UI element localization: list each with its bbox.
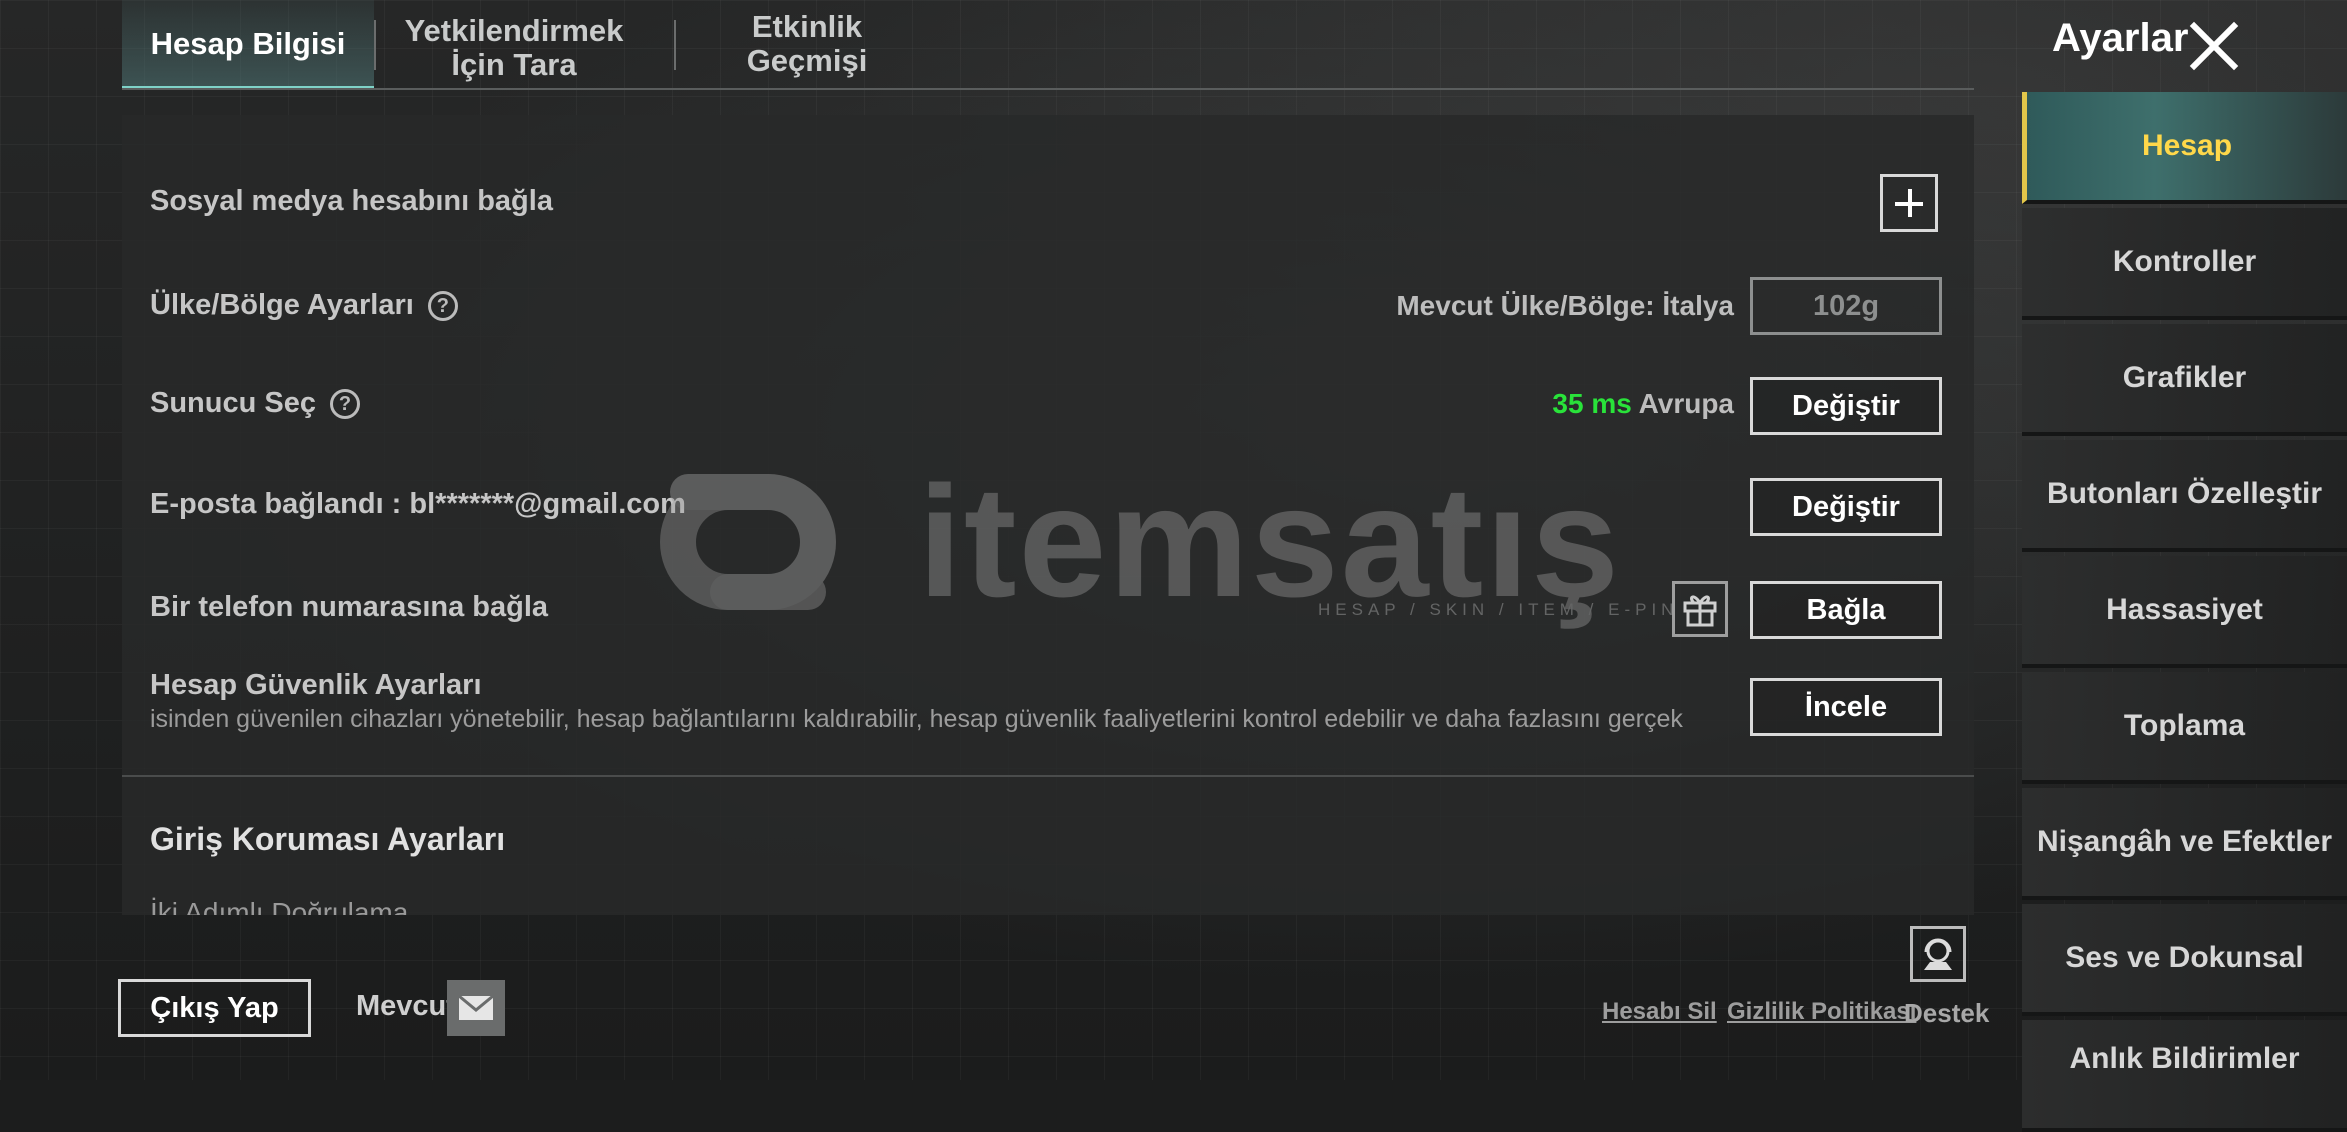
current-label: Mevcut (356, 990, 456, 1022)
review-security-button[interactable]: İncele (1750, 678, 1942, 736)
social-link-label: Sosyal medya hesabını bağla (150, 185, 553, 217)
gift-icon[interactable] (1672, 581, 1728, 637)
sidebar-item-graphics[interactable]: Grafikler (2022, 324, 2347, 436)
phone-link-label: Bir telefon numarasına bağla (150, 591, 549, 623)
change-email-button[interactable]: Değiştir (1750, 478, 1942, 536)
privacy-policy-link[interactable]: Gizlilik Politikası (1727, 998, 1916, 1026)
tab-activity-history[interactable]: Etkinlik Geçmişi (692, 0, 922, 88)
email-linked-label: E-posta bağlandı : bl*******@gmail.com (150, 488, 686, 520)
section-divider (122, 775, 1974, 777)
tab-scan-to-authorize[interactable]: Yetkilendirmek İçin Tara (384, 4, 644, 92)
change-server-button[interactable]: Değiştir (1750, 377, 1942, 435)
login-protection-title: Giriş Koruması Ayarları (150, 821, 506, 857)
sidebar-item-notifications[interactable]: Anlık Bildirimler (2022, 1020, 2347, 1132)
support-icon[interactable] (1910, 926, 1966, 982)
sidebar-item-controls[interactable]: Kontroller (2022, 208, 2347, 320)
settings-sidebar: Hesap Kontroller Grafikler Butonları Öze… (2022, 92, 2347, 1132)
server-select-label: Sunucu Seç (150, 387, 316, 419)
sidebar-item-sensitivity[interactable]: Hassasiyet (2022, 556, 2347, 668)
region-button[interactable]: 102g (1750, 277, 1942, 335)
settings-title: Ayarlar (2052, 16, 2189, 60)
account-security-description: isinden güvenilen cihazları yönetebilir,… (150, 705, 1683, 733)
support-label[interactable]: Destek (1904, 998, 1989, 1029)
close-icon[interactable] (2186, 18, 2242, 74)
sidebar-item-customize-buttons[interactable]: Butonları Özelleştir (2022, 440, 2347, 552)
delete-account-link[interactable]: Hesabı Sil (1602, 998, 1717, 1026)
two-step-verification-label: İki Adımlı Doğrulama (150, 897, 409, 915)
top-tabs: Hesap Bilgisi Yetkilendirmek İçin Tara E… (122, 0, 1974, 92)
sidebar-item-crosshair-effects[interactable]: Nişangâh ve Efektler (2022, 788, 2347, 900)
add-social-button[interactable] (1880, 174, 1938, 232)
region-settings-label: Ülke/Bölge Ayarları (150, 289, 414, 321)
sidebar-item-account[interactable]: Hesap (2022, 92, 2347, 204)
mail-icon[interactable] (447, 980, 505, 1036)
tab-account-info[interactable]: Hesap Bilgisi (122, 0, 374, 90)
account-security-label: Hesap Güvenlik Ayarları (150, 669, 482, 701)
logout-button[interactable]: Çıkış Yap (118, 979, 311, 1037)
tab-separator (374, 20, 376, 70)
server-select-row: Sunucu Seç? (150, 387, 360, 420)
tabs-underline (122, 88, 1974, 90)
region-settings-row: Ülke/Bölge Ayarları? (150, 289, 458, 322)
tab-separator (674, 20, 676, 70)
help-icon[interactable]: ? (330, 389, 360, 420)
help-icon[interactable]: ? (427, 291, 458, 322)
ping-value: 35 ms (1552, 388, 1632, 419)
link-phone-button[interactable]: Bağla (1750, 581, 1942, 639)
current-region-text: Mevcut Ülke/Bölge: İtalya (1396, 290, 1734, 321)
sidebar-item-pickup[interactable]: Toplama (2022, 672, 2347, 784)
sidebar-item-sound-haptics[interactable]: Ses ve Dokunsal (2022, 904, 2347, 1016)
server-region: Avrupa (1638, 388, 1734, 419)
server-status: 35 ms Avrupa (1552, 388, 1734, 420)
account-panel: Sosyal medya hesabını bağla Ülke/Bölge A… (122, 115, 1974, 915)
